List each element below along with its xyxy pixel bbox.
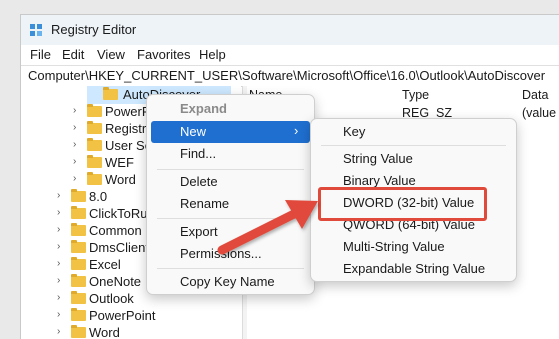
title-bar: Registry Editor xyxy=(21,15,559,45)
menu-item-label: Key xyxy=(343,124,366,139)
address-bar[interactable]: Computer\HKEY_CURRENT_USER\Software\Micr… xyxy=(21,65,559,87)
folder-icon xyxy=(87,104,102,117)
menu-file[interactable]: File xyxy=(30,47,51,62)
folder-icon xyxy=(71,308,86,321)
tree-item-label: ClickToRun xyxy=(89,206,155,221)
registry-editor-icon xyxy=(30,24,42,36)
folder-icon xyxy=(87,138,102,151)
menu-item-label: Delete xyxy=(180,174,218,189)
folder-icon xyxy=(71,240,86,253)
tree-item-label: PowerPoint xyxy=(89,308,156,323)
menu-item-label: Expandable String Value xyxy=(343,261,486,276)
submenu-item-expandable-string-value[interactable]: Expandable String Value xyxy=(311,258,516,280)
tree-item-label: Word xyxy=(105,172,136,187)
menu-separator xyxy=(157,169,304,170)
menu-bar: File Edit View Favorites Help xyxy=(21,45,559,65)
submenu-item-multi-string-value[interactable]: Multi-String Value xyxy=(311,236,516,258)
chevron-right-icon[interactable]: › xyxy=(57,207,67,218)
menu-favorites[interactable]: Favorites xyxy=(137,47,190,62)
chevron-right-icon[interactable]: › xyxy=(57,309,67,320)
chevron-right-icon[interactable]: › xyxy=(73,122,83,133)
folder-icon xyxy=(103,87,118,100)
chevron-right-icon[interactable]: › xyxy=(73,156,83,167)
chevron-right-icon[interactable]: › xyxy=(57,258,67,269)
chevron-right-icon[interactable]: › xyxy=(57,241,67,252)
folder-icon xyxy=(71,189,86,202)
menu-item-expand[interactable]: Expand xyxy=(147,98,314,120)
menu-item-label: Permissions... xyxy=(180,246,262,261)
tree-item-label: Outlook xyxy=(89,291,134,306)
menu-item-export[interactable]: Export xyxy=(147,221,314,243)
menu-separator xyxy=(157,218,304,219)
tree-item-label: Word xyxy=(89,325,120,339)
chevron-right-icon[interactable]: › xyxy=(73,105,83,116)
folder-icon xyxy=(71,274,86,287)
address-path[interactable]: Computer\HKEY_CURRENT_USER\Software\Micr… xyxy=(28,68,545,83)
tree-item-label: WEF xyxy=(105,155,134,170)
folder-icon xyxy=(87,121,102,134)
chevron-right-icon[interactable]: › xyxy=(73,173,83,184)
chevron-right-icon[interactable]: › xyxy=(57,292,67,303)
tree-item-label: DmsClient xyxy=(89,240,149,255)
window-title: Registry Editor xyxy=(51,22,137,37)
menu-view[interactable]: View xyxy=(97,47,125,62)
menu-item-label: String Value xyxy=(343,151,413,166)
column-header-data[interactable]: Data xyxy=(522,88,548,102)
chevron-right-icon[interactable]: › xyxy=(57,190,67,201)
screen: { "window": { "title": "Registry Editor"… xyxy=(0,0,559,339)
tree-item-label: OneNote xyxy=(89,274,142,289)
folder-icon xyxy=(71,291,86,304)
menu-item-label: Find... xyxy=(180,146,217,161)
tree-item-label: 8.0 xyxy=(89,189,108,204)
menu-item-rename[interactable]: Rename xyxy=(147,193,314,215)
tree-item-label: Common xyxy=(89,223,142,238)
menu-item-copy-key-name[interactable]: Copy Key Name xyxy=(147,271,314,293)
menu-item-delete[interactable]: Delete xyxy=(147,171,314,193)
folder-icon xyxy=(87,172,102,185)
menu-item-label: New xyxy=(180,124,207,139)
menu-item-label: Multi-String Value xyxy=(343,239,445,254)
submenu-item-key[interactable]: Key xyxy=(311,121,516,143)
chevron-right-icon[interactable]: › xyxy=(57,275,67,286)
menu-edit[interactable]: Edit xyxy=(62,47,84,62)
tree-item-label: Excel xyxy=(89,257,121,272)
folder-icon xyxy=(87,155,102,168)
menu-separator xyxy=(157,268,304,269)
menu-item-label: Export xyxy=(180,224,218,239)
folder-icon xyxy=(71,206,86,219)
menu-separator xyxy=(321,145,506,146)
folder-icon xyxy=(71,257,86,270)
menu-item-label: Rename xyxy=(180,196,230,211)
highlight-box xyxy=(318,187,487,221)
folder-icon xyxy=(71,223,86,236)
menu-item-label: Expand xyxy=(180,101,227,116)
chevron-right-icon[interactable]: › xyxy=(73,139,83,150)
menu-item-label: Copy Key Name xyxy=(180,274,275,289)
chevron-right-icon: › xyxy=(294,123,299,138)
value-data[interactable]: (value xyxy=(522,106,556,120)
context-menu: Expand New › Find... Delete Rename Expor… xyxy=(146,94,315,295)
folder-icon xyxy=(71,325,86,338)
column-header-type[interactable]: Type xyxy=(402,88,429,102)
menu-item-label: Binary Value xyxy=(343,173,416,188)
menu-item-find[interactable]: Find... xyxy=(147,143,314,165)
menu-item-new[interactable]: New › xyxy=(151,121,310,143)
chevron-right-icon[interactable]: › xyxy=(57,224,67,235)
menu-item-permissions[interactable]: Permissions... xyxy=(147,243,314,265)
chevron-right-icon[interactable]: › xyxy=(57,326,67,337)
submenu-item-string-value[interactable]: String Value xyxy=(311,148,516,170)
menu-help[interactable]: Help xyxy=(199,47,226,62)
